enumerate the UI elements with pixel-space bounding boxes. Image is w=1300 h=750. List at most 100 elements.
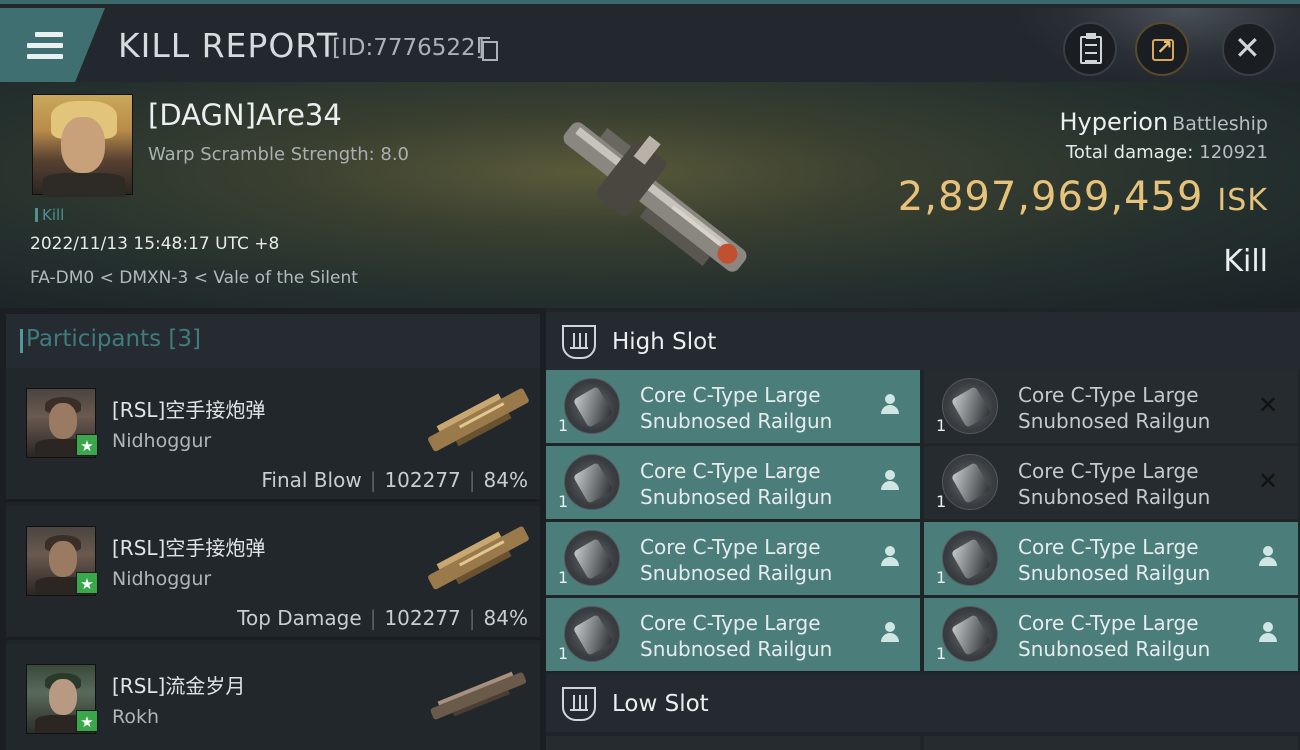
module-item[interactable]: 1 Core C-Type Large Snubnosed Railgun: [546, 446, 920, 519]
kill-tag: Kill: [35, 206, 64, 224]
star-icon: ★: [76, 710, 98, 732]
railgun-icon: [942, 606, 998, 662]
participant-ship-render: [428, 526, 529, 590]
participant-name: [RSL]流金岁月: [112, 674, 246, 698]
slot-icon: [562, 325, 596, 359]
participant-name: [RSL]空手接炮弹: [112, 536, 266, 560]
module-name: Core C-Type Large Snubnosed Railgun: [640, 535, 833, 585]
module-item[interactable]: 1 Core C-Type Large Snubnosed Railgun: [546, 370, 920, 443]
high-slot-label: High Slot: [612, 329, 717, 355]
participant-card[interactable]: ★ [RSL]空手接炮弹 Nidhoggur Final Blow | 102277…: [6, 368, 540, 502]
participant-ship: Nidhoggur: [112, 568, 212, 590]
participant-ship: Nidhoggur: [112, 430, 212, 452]
x-icon: ✕: [1258, 391, 1279, 419]
page-title: KILL REPORT: [118, 26, 338, 65]
railgun-icon: [564, 530, 620, 586]
total-damage: Total damage: 120921: [1066, 142, 1268, 163]
participants-header: Participants [3]: [6, 314, 540, 368]
isk-amount: 2,897,969,459: [897, 174, 1204, 220]
module-quantity: 1: [558, 568, 569, 587]
module-quantity: 1: [558, 492, 569, 511]
module-name: Core C-Type Large Snubnosed Railgun: [640, 383, 833, 433]
close-button[interactable]: ✕: [1222, 22, 1276, 76]
warp-scramble-strength: Warp Scramble Strength: 8.0: [148, 144, 410, 165]
fitting-panel: High Slot 1 Core C-Type Large Snubnosed …: [546, 308, 1300, 750]
victim-avatar[interactable]: [32, 94, 133, 197]
title-bar: KILL REPORT [ID:7776522] ✕: [0, 0, 1300, 86]
module-name: Core C-Type Large Snubnosed Railgun: [1018, 535, 1211, 585]
slot-icon: [562, 687, 596, 721]
copy-icon[interactable]: [478, 37, 498, 61]
total-damage-label: Total damage:: [1065, 142, 1194, 163]
participant-stats: Final Blow | 102277 | 84%: [261, 468, 528, 492]
module-item[interactable]: [546, 736, 920, 750]
kill-datetime: 2022/11/13 15:48:17 UTC +8: [30, 234, 280, 254]
railgun-icon: [564, 606, 620, 662]
railgun-icon: [564, 378, 620, 434]
module-item[interactable]: 1 Core C-Type Large Snubnosed Railgun: [546, 522, 920, 595]
participant-role: Top Damage: [237, 606, 362, 630]
module-quantity: 1: [936, 644, 947, 663]
module-quantity: 1: [936, 416, 947, 435]
module-item[interactable]: 1 Core C-Type Large Snubnosed Railgun: [924, 522, 1298, 595]
total-damage-value: 120921: [1199, 142, 1268, 163]
clipboard-icon: [1080, 33, 1102, 64]
participant-name: [RSL]空手接炮弹: [112, 398, 266, 422]
clipboard-button[interactable]: [1063, 22, 1117, 76]
victim-panel: [DAGN]Are34 Warp Scramble Strength: 8.0 …: [0, 82, 1300, 308]
module-quantity: 1: [936, 568, 947, 587]
railgun-icon: [942, 378, 998, 434]
module-quantity: 1: [558, 416, 569, 435]
victim-name[interactable]: [DAGN]Are34: [148, 98, 342, 132]
module-item[interactable]: 1 Core C-Type Large Snubnosed Railgun ✕: [924, 446, 1298, 519]
person-icon: [880, 622, 900, 644]
railgun-icon: [942, 454, 998, 510]
module-item[interactable]: 1 Core C-Type Large Snubnosed Railgun: [546, 598, 920, 671]
participant-ship-render: [428, 388, 529, 452]
ship-class: Battleship: [1172, 113, 1268, 135]
module-item[interactable]: 1 Core C-Type Large Snubnosed Railgun ✕: [924, 370, 1298, 443]
module-name: Core C-Type Large Snubnosed Railgun: [640, 611, 833, 661]
hamburger-icon: [27, 32, 63, 60]
person-icon: [880, 470, 900, 492]
participant-stats: Top Damage | 102277 | 84%: [237, 606, 528, 630]
participant-card[interactable]: ★ [RSL]流金岁月 Rokh: [6, 644, 540, 750]
module-quantity: 1: [936, 492, 947, 511]
x-icon: ✕: [1258, 467, 1279, 495]
participant-card[interactable]: ★ [RSL]空手接炮弹 Nidhoggur Top Damage | 102277…: [6, 506, 540, 640]
menu-button[interactable]: [0, 8, 105, 86]
module-item[interactable]: 1 Core C-Type Large Snubnosed Railgun: [924, 598, 1298, 671]
person-icon: [1258, 622, 1278, 644]
close-icon: ✕: [1234, 29, 1261, 67]
participants-panel: Participants [3] ★ [RSL]空手接炮弹 Nidhoggur …: [6, 314, 540, 750]
railgun-icon: [942, 530, 998, 586]
isk-value: 2,897,969,459 ISK: [898, 174, 1268, 220]
star-icon: ★: [76, 434, 98, 456]
module-item[interactable]: [924, 736, 1298, 750]
star-icon: ★: [76, 572, 98, 594]
ship-name[interactable]: Hyperion: [1059, 108, 1168, 136]
report-id: [ID:7776522]: [332, 35, 485, 61]
module-name: Core C-Type Large Snubnosed Railgun: [1018, 611, 1211, 661]
railgun-icon: [564, 454, 620, 510]
module-name: Core C-Type Large Snubnosed Railgun: [1018, 383, 1211, 433]
participant-damage: 102277: [384, 468, 461, 492]
low-slot-label: Low Slot: [612, 691, 709, 717]
kill-location: FA-DM0 < DMXN-3 < Vale of the Silent: [30, 268, 358, 288]
module-quantity: 1: [558, 644, 569, 663]
isk-unit: ISK: [1217, 183, 1268, 218]
participant-damage: 102277: [384, 606, 461, 630]
share-button[interactable]: [1135, 22, 1189, 76]
module-name: Core C-Type Large Snubnosed Railgun: [1018, 459, 1211, 509]
high-slot-header: High Slot: [546, 312, 1300, 370]
victim-ship-type: Hyperion Battleship: [1059, 108, 1268, 136]
participants-title: Participants [3]: [20, 326, 201, 353]
person-icon: [880, 546, 900, 568]
participant-percent: 84%: [483, 606, 528, 630]
participant-ship: Rokh: [112, 706, 160, 728]
low-slot-header: Low Slot: [546, 674, 1300, 732]
result-label: Kill: [1223, 244, 1268, 279]
person-icon: [880, 394, 900, 416]
participant-role: Final Blow: [261, 468, 362, 492]
share-icon: [1152, 35, 1174, 61]
